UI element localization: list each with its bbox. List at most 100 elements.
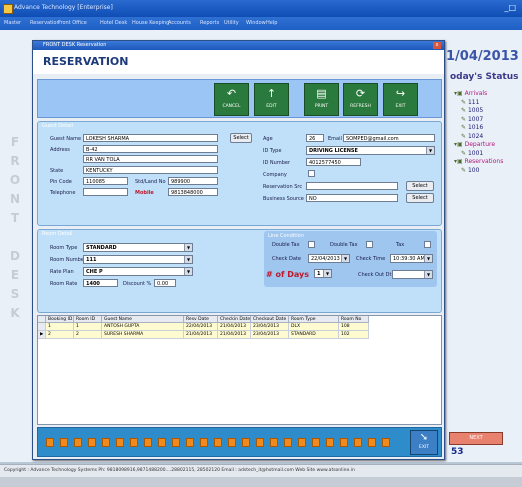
nav-square-button[interactable] — [256, 438, 264, 447]
nav-square-button[interactable] — [228, 438, 236, 447]
idtype-select[interactable]: DRIVING LICENSE ▼ — [306, 146, 435, 155]
guest-name-field[interactable]: LOKESH SHARMA — [83, 134, 218, 142]
std-field[interactable]: 989900 — [168, 177, 218, 185]
mobile-field[interactable]: 9813848000 — [168, 188, 218, 196]
status-next-button[interactable]: NEXT — [449, 432, 503, 445]
tree-item-arrivals[interactable]: ▾▣ Arrivals — [454, 90, 520, 99]
nav-square-button[interactable] — [284, 438, 292, 447]
discount-field[interactable]: 0.00 — [154, 279, 176, 287]
nav-square-button[interactable] — [200, 438, 208, 447]
nav-square-button[interactable] — [270, 438, 278, 447]
telephone-field[interactable] — [83, 188, 128, 196]
column-header[interactable]: Resv Date — [184, 316, 218, 323]
pincode-field[interactable]: 110085 — [83, 177, 128, 185]
table-cell[interactable]: 108 — [339, 323, 369, 331]
state-field[interactable]: KENTUCKY — [83, 166, 218, 174]
tree-item-1007[interactable]: ✎ 1007 — [454, 116, 520, 125]
nav-square-button[interactable] — [326, 438, 334, 447]
age-field[interactable]: 26 — [306, 134, 324, 142]
tree-item-100[interactable]: ✎ 100 — [454, 167, 520, 176]
nav-square-button[interactable] — [186, 438, 194, 447]
table-cell[interactable]: 21/04/2013 — [218, 323, 251, 331]
table-cell[interactable]: 21/04/2013 — [218, 331, 251, 339]
reservation-source-field[interactable] — [306, 182, 398, 190]
column-header[interactable]: Guest Name — [102, 316, 184, 323]
nav-square-button[interactable] — [144, 438, 152, 447]
nav-square-button[interactable] — [130, 438, 138, 447]
condition3-checkbox[interactable] — [424, 241, 431, 248]
select-reservation-source-button[interactable]: Select — [406, 181, 434, 191]
nav-square-button[interactable] — [172, 438, 180, 447]
nav-square-button[interactable] — [382, 438, 390, 447]
nav-square-button[interactable] — [354, 438, 362, 447]
menu-item-window[interactable]: Window — [246, 20, 266, 26]
table-cell[interactable]: 102 — [339, 331, 369, 339]
toolbar-exit-button[interactable]: ↪ EXIT — [383, 83, 418, 116]
nav-square-button[interactable] — [368, 438, 376, 447]
table-cell[interactable]: 2 — [46, 331, 74, 339]
checkin-time-picker[interactable]: 10:39:30 AM ▼ — [390, 254, 433, 263]
room-rate-field[interactable]: 1400 — [83, 279, 118, 287]
condition2-checkbox[interactable] — [366, 241, 373, 248]
menu-item-reservation[interactable]: Reservation — [30, 20, 60, 26]
restore-icon[interactable]: _□ — [504, 3, 516, 12]
tree-item-1005[interactable]: ✎ 1005 — [454, 107, 520, 116]
table-cell[interactable]: 1 — [74, 323, 102, 331]
business-source-field[interactable]: NO — [306, 194, 398, 202]
tree-item-departure[interactable]: ▾▣ Departure — [454, 141, 520, 150]
menu-item-house-keeping[interactable]: House Keeping — [132, 20, 169, 26]
toolbar-edit-button[interactable]: ↑ EDIT — [254, 83, 289, 116]
room-type-select[interactable]: STANDARD ▼ — [83, 243, 193, 252]
table-cell[interactable]: DLX — [289, 323, 339, 331]
table-cell[interactable]: SURESH SHARMA — [102, 331, 184, 339]
column-header[interactable]: Checkout Date — [251, 316, 289, 323]
menu-item-reports[interactable]: Reports — [200, 20, 219, 26]
idnumber-field[interactable]: 4012577450 — [306, 158, 361, 166]
table-cell[interactable]: ANTOSH GUPTA — [102, 323, 184, 331]
room-number-select[interactable]: 111 ▼ — [83, 255, 193, 264]
column-header[interactable]: Room ID — [74, 316, 102, 323]
nav-square-button[interactable] — [102, 438, 110, 447]
days-stepper[interactable]: 1 ▼ — [314, 269, 332, 278]
tree-item-1024[interactable]: ✎ 1024 — [454, 133, 520, 142]
toolbar-print-button[interactable]: ▤ PRINT — [304, 83, 339, 116]
menu-item-utility[interactable]: Utility — [224, 20, 239, 26]
column-header[interactable]: Room Type — [289, 316, 339, 323]
checkout-date-picker[interactable]: ▼ — [392, 270, 433, 279]
nav-square-button[interactable] — [340, 438, 348, 447]
tree-item-111[interactable]: ✎ 111 — [454, 99, 520, 108]
email-field[interactable]: SOMPED@gmail.com — [343, 134, 435, 142]
tree-item-1001[interactable]: ✎ 1001 — [454, 150, 520, 159]
nav-square-button[interactable] — [312, 438, 320, 447]
menu-item-accounts[interactable]: Accounts — [168, 20, 191, 26]
address-line1-field[interactable]: B-42 — [83, 145, 218, 153]
table-cell[interactable]: 21/04/2013 — [184, 331, 218, 339]
select-business-source-button[interactable]: Select — [406, 193, 434, 203]
column-header[interactable]: Room No — [339, 316, 369, 323]
nav-square-button[interactable] — [116, 438, 124, 447]
rate-plan-select[interactable]: CHE P ▼ — [83, 267, 193, 276]
condition1-checkbox[interactable] — [308, 241, 315, 248]
bottom-exit-button[interactable]: ➘ EXIT — [410, 430, 438, 455]
address-line2-field[interactable]: RR VAN TOLA — [83, 155, 218, 163]
menu-item-master[interactable]: Master — [4, 20, 21, 26]
nav-square-button[interactable] — [88, 438, 96, 447]
column-header[interactable]: Checkin Date — [218, 316, 251, 323]
menu-item-help[interactable]: Help — [266, 20, 277, 26]
table-cell[interactable]: 23/04/2013 — [251, 323, 289, 331]
table-cell[interactable]: 2 — [74, 331, 102, 339]
checkin-date-picker[interactable]: 22/04/2013 ▼ — [308, 254, 350, 263]
nav-square-button[interactable] — [242, 438, 250, 447]
nav-square-button[interactable] — [74, 438, 82, 447]
tree-item-reservations[interactable]: ▾▣ Reservations — [454, 158, 520, 167]
tree-item-1016[interactable]: ✎ 1016 — [454, 124, 520, 133]
nav-square-button[interactable] — [298, 438, 306, 447]
close-icon[interactable]: x — [433, 42, 441, 49]
menu-item-hotel-desk[interactable]: Hotel Desk — [100, 20, 127, 26]
toolbar-cancel-button[interactable]: ↶ CANCEL — [214, 83, 249, 116]
menu-item-front-office[interactable]: Front Office — [58, 20, 87, 26]
nav-square-button[interactable] — [60, 438, 68, 447]
toolbar-refresh-button[interactable]: ⟳ REFRESH — [343, 83, 378, 116]
table-cell[interactable]: 1 — [46, 323, 74, 331]
nav-square-button[interactable] — [214, 438, 222, 447]
